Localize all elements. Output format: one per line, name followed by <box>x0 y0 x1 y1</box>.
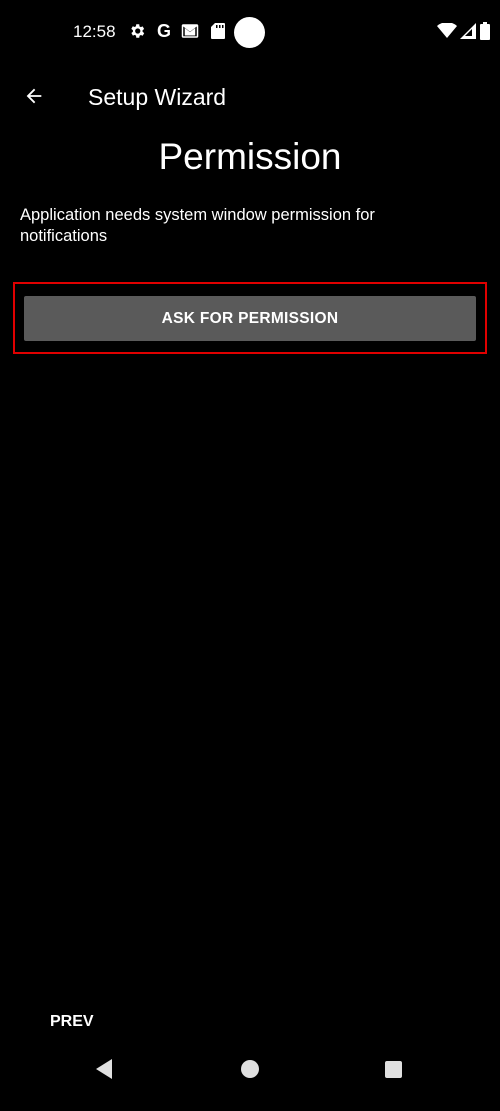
battery-icon <box>479 22 491 40</box>
nav-home-icon[interactable] <box>241 1060 259 1078</box>
gmail-icon <box>181 22 199 40</box>
toolbar: Setup Wizard <box>0 70 500 126</box>
nav-back-icon[interactable] <box>94 1058 114 1080</box>
nav-recents-icon[interactable] <box>385 1061 402 1078</box>
sd-card-icon <box>209 22 227 40</box>
arrow-left-icon <box>23 85 45 112</box>
status-time: 12:58 <box>73 22 116 41</box>
status-bar: 12:58 G <box>0 0 500 64</box>
ask-for-permission-button[interactable]: ASK FOR PERMISSION <box>24 296 476 341</box>
setup-wizard-screen: 12:58 G Setup Wizard Permission Applicat… <box>0 0 500 1111</box>
wifi-icon <box>437 22 457 40</box>
permission-description: Application needs system window permissi… <box>20 206 375 245</box>
camera-cutout <box>234 17 265 48</box>
gear-icon <box>128 22 146 40</box>
google-icon: G <box>156 21 171 41</box>
page-title: Permission <box>158 136 342 177</box>
toolbar-title: Setup Wizard <box>88 84 227 110</box>
prev-button[interactable]: PREV <box>50 1013 94 1031</box>
signal-icon <box>459 22 477 40</box>
back-button[interactable] <box>18 82 50 114</box>
navigation-bar <box>0 1049 500 1111</box>
